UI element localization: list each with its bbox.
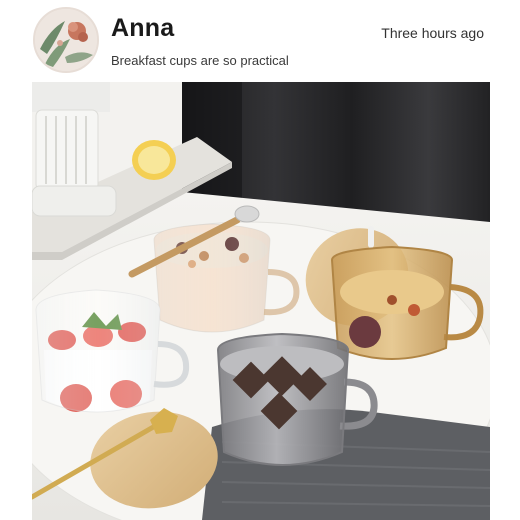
post-header: Anna Three hours ago Breakfast cups are …	[0, 0, 520, 82]
post-caption: Breakfast cups are so practical	[111, 53, 289, 68]
post-photo[interactable]	[32, 82, 490, 520]
avatar[interactable]	[33, 7, 99, 73]
post-card: Anna Three hours ago Breakfast cups are …	[0, 0, 520, 520]
post-timestamp: Three hours ago	[381, 25, 484, 41]
floral-avatar-icon	[35, 9, 97, 71]
breakfast-cups-image	[32, 82, 490, 520]
author-name[interactable]: Anna	[111, 14, 174, 43]
